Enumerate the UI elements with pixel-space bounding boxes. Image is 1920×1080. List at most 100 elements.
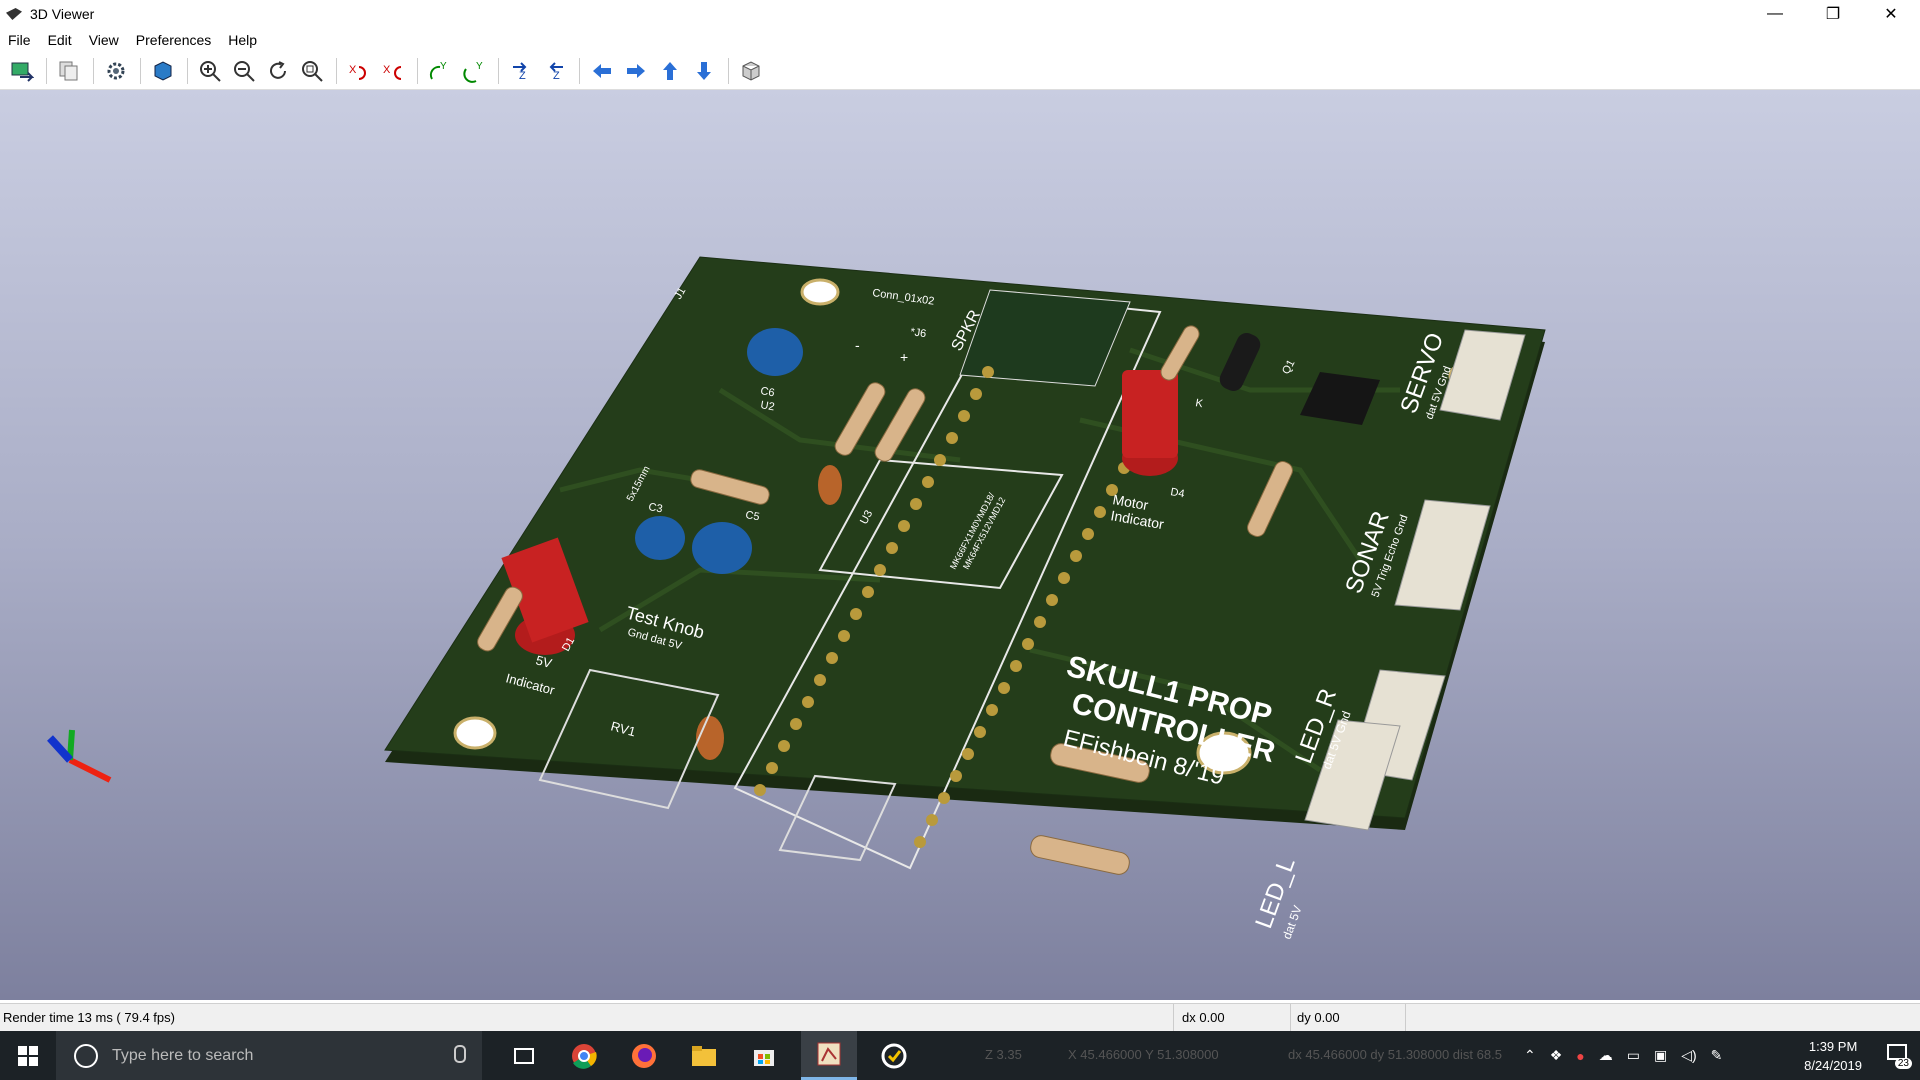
toolbar: X X Y Y Z Z: [0, 52, 1920, 90]
window-title: 3D Viewer: [30, 6, 95, 22]
menu-file[interactable]: File: [0, 32, 40, 48]
close-button[interactable]: ✕: [1862, 0, 1920, 28]
window-controls: — ❐ ✕: [1746, 0, 1920, 28]
export-icon: [11, 62, 34, 82]
rotate-z-cw-button[interactable]: Z: [505, 56, 537, 86]
title-bar: 3D Viewer — ❐ ✕: [0, 0, 1920, 28]
toolbar-separator: [140, 57, 141, 84]
pen-icon[interactable]: ✎: [1711, 1047, 1723, 1064]
menu-preferences[interactable]: Preferences: [128, 32, 220, 48]
toolbar-separator: [579, 57, 580, 84]
ghost-dxy: dx 45.466000 dy 51.308000 dist 68.5: [1288, 1047, 1502, 1062]
zoom-in-button[interactable]: [194, 56, 226, 86]
dropbox-icon[interactable]: ❖: [1550, 1047, 1563, 1064]
settings-icon: [107, 62, 125, 79]
ghost-z: Z 3.35: [985, 1047, 1022, 1062]
minimize-button[interactable]: —: [1746, 0, 1804, 28]
firefox-icon: [632, 1043, 656, 1068]
taskbar-search[interactable]: Type here to search: [56, 1031, 482, 1080]
network-icon[interactable]: ▣: [1654, 1047, 1667, 1064]
task-view-icon: [514, 1047, 534, 1064]
notification-center-button[interactable]: 23: [1886, 1043, 1912, 1069]
rotate-x-cw-button[interactable]: X: [343, 56, 375, 86]
axis-triad-icon: [47, 729, 112, 783]
menu-bar: File Edit View Preferences Help: [0, 28, 1920, 52]
maximize-button[interactable]: ❐: [1804, 0, 1862, 28]
silk-d4: D4: [1169, 486, 1185, 500]
status-bar: Render time 13 ms ( 79.4 fps) dx 0.00 dy…: [0, 1003, 1920, 1032]
menu-edit[interactable]: Edit: [40, 32, 81, 48]
norton-tray-icon[interactable]: ●: [1576, 1048, 1584, 1064]
zoom-fit-button[interactable]: [296, 56, 328, 86]
chevron-up-icon[interactable]: ⌃: [1524, 1047, 1536, 1064]
battery-icon[interactable]: ▭: [1627, 1047, 1640, 1064]
copy-icon: [59, 61, 78, 80]
zoom-in-icon: [200, 60, 221, 82]
onedrive-icon[interactable]: ☁: [1599, 1047, 1613, 1064]
rotate-z-ccw-button[interactable]: Z: [539, 56, 571, 86]
toolbar-separator: [336, 57, 337, 84]
status-dx: dx 0.00: [1182, 1010, 1225, 1025]
notification-count: 23: [1894, 1058, 1912, 1069]
3d-viewport[interactable]: J1 Conn_01x02 *J6 SPKR C6 U2 5x15mm U3 M…: [0, 90, 1920, 1000]
zoom-out-button[interactable]: [228, 56, 260, 86]
export-button[interactable]: [6, 56, 38, 86]
volume-icon[interactable]: ◁): [1681, 1047, 1696, 1064]
svg-text:Y: Y: [440, 61, 447, 72]
store-button[interactable]: [736, 1031, 792, 1080]
move-right-button[interactable]: [620, 56, 652, 86]
orthographic-icon: [742, 60, 760, 81]
ghost-xy: X 45.466000 Y 51.308000: [1068, 1047, 1219, 1062]
render-time: Render time 13 ms ( 79.4 fps): [3, 1010, 175, 1025]
copy-button[interactable]: [53, 56, 85, 86]
rotate-y-cw-button[interactable]: Y: [424, 56, 456, 86]
norton-icon: [881, 1043, 907, 1068]
file-explorer-icon: [692, 1045, 716, 1066]
toolbar-separator: [187, 57, 188, 84]
kicad-pcbnew-icon: [817, 1042, 841, 1066]
svg-text:X: X: [349, 64, 357, 76]
rotate-y-cw-icon: Y: [429, 61, 447, 80]
clock[interactable]: 1:39 PM 8/24/2019: [1804, 1037, 1862, 1075]
norton-button[interactable]: [866, 1031, 922, 1080]
move-down-button[interactable]: [688, 56, 720, 86]
move-right-icon: [627, 63, 645, 78]
menu-help[interactable]: Help: [220, 32, 266, 48]
chrome-button[interactable]: [556, 1031, 612, 1080]
rotate-x-ccw-button[interactable]: X: [377, 56, 409, 86]
app-icon: [6, 8, 22, 20]
toolbar-separator: [498, 57, 499, 84]
rotate-y-ccw-button[interactable]: Y: [458, 56, 490, 86]
start-button[interactable]: [0, 1031, 56, 1080]
status-divider: [1405, 1004, 1406, 1032]
rotate-y-ccw-icon: Y: [463, 61, 483, 83]
redraw-button[interactable]: [262, 56, 294, 86]
render-mode-icon: [154, 60, 172, 81]
search-placeholder: Type here to search: [112, 1046, 254, 1064]
firefox-button[interactable]: [616, 1031, 672, 1080]
move-up-button[interactable]: [654, 56, 686, 86]
move-up-icon: [663, 61, 677, 80]
toolbar-separator: [728, 57, 729, 84]
svg-text:Z: Z: [519, 70, 526, 82]
menu-view[interactable]: View: [81, 32, 128, 48]
ceramic-cap: [696, 716, 724, 760]
orthographic-button[interactable]: [735, 56, 767, 86]
clock-time: 1:39 PM: [1808, 1039, 1858, 1054]
microphone-icon[interactable]: [454, 1045, 466, 1063]
render-mode-button[interactable]: [147, 56, 179, 86]
svg-text:Y: Y: [476, 61, 483, 72]
silk-plus: +: [900, 349, 908, 365]
task-view-button[interactable]: [496, 1031, 552, 1080]
file-explorer-button[interactable]: [676, 1031, 732, 1080]
pcb-render: J1 Conn_01x02 *J6 SPKR C6 U2 5x15mm U3 M…: [47, 256, 1546, 941]
move-left-icon: [593, 63, 611, 78]
system-tray: ⌃ ❖ ● ☁ ▭ ▣ ◁) ✎: [1524, 1031, 1736, 1080]
chrome-icon: [572, 1043, 597, 1069]
settings-button[interactable]: [100, 56, 132, 86]
svg-text:Z: Z: [553, 70, 560, 82]
kicad-pcbnew-button[interactable]: [801, 1031, 857, 1080]
move-left-button[interactable]: [586, 56, 618, 86]
toolbar-separator: [417, 57, 418, 84]
status-divider: [1290, 1004, 1291, 1032]
